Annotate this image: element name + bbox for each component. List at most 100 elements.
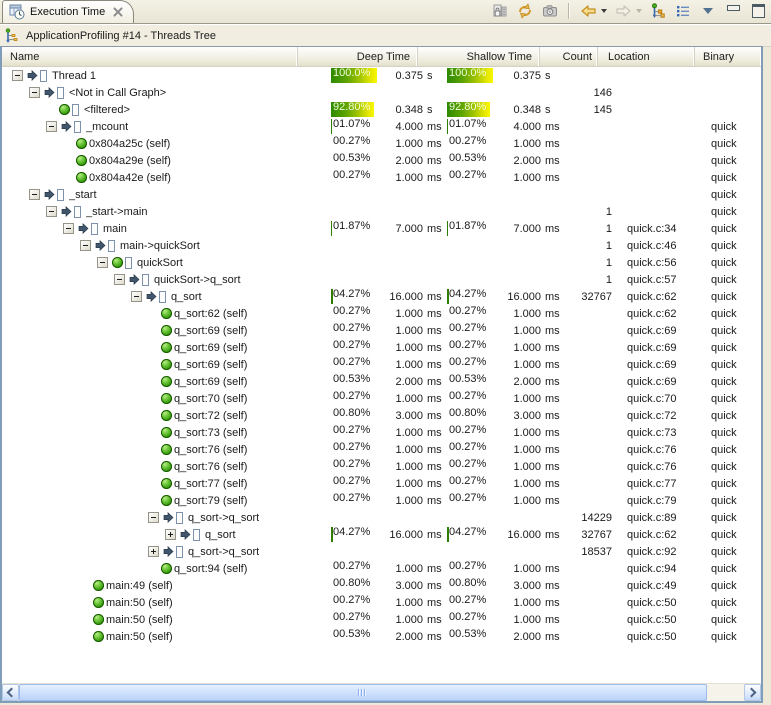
binary-value: quick	[703, 325, 761, 337]
tree-row[interactable]: quickSort->q_sort 1 quick.c:57 quick	[2, 271, 761, 288]
tree-row[interactable]: main:50 (self) 00.27% 1.000 ms 00.27% 1.…	[2, 611, 761, 628]
refresh-icon[interactable]	[516, 2, 534, 20]
column-header-deep-time[interactable]: Deep Time	[298, 47, 418, 66]
tree-row[interactable]: <filtered> 92.80% 0.348 s 92.80% 0.348 s…	[2, 101, 761, 118]
horizontal-scrollbar[interactable]	[2, 683, 761, 701]
tree-row[interactable]: q_sort:69 (self) 00.27% 1.000 ms 00.27% …	[2, 322, 761, 339]
shallow-time-value: 1.000	[493, 614, 541, 626]
deep-time-value: 3.000	[377, 410, 423, 422]
column-header-shallow-time[interactable]: Shallow Time	[418, 47, 540, 66]
deep-time-percent	[331, 237, 377, 254]
call-arrow-icon	[27, 70, 40, 81]
tree-row[interactable]: main 01.87% 7.000 ms 01.87% 7.000 ms 1 q…	[2, 220, 761, 237]
tree-row[interactable]: q_sort:79 (self) 00.27% 1.000 ms 00.27% …	[2, 492, 761, 509]
expander-minus-icon[interactable]	[46, 121, 57, 132]
tree-row[interactable]: <Not in Call Graph> 146	[2, 84, 761, 101]
function-bracket-icon	[159, 291, 166, 303]
profiling-monitor-icon[interactable]	[491, 2, 509, 20]
deep-time-percent: 00.27%	[331, 390, 377, 407]
row-name-cell: q_sort:70 (self)	[2, 393, 331, 405]
shallow-time-percent: 00.27%	[447, 322, 493, 339]
tree-row[interactable]: q_sort:69 (self) 00.53% 2.000 ms 00.53% …	[2, 373, 761, 390]
tree-row[interactable]: q_sort:69 (self) 00.27% 1.000 ms 00.27% …	[2, 339, 761, 356]
tree-row[interactable]: _mcount 01.07% 4.000 ms 01.07% 4.000 ms …	[2, 118, 761, 135]
location-value: quick.c:77	[617, 478, 703, 490]
shallow-time-percent: 01.87%	[447, 220, 493, 237]
expander-minus-icon[interactable]	[46, 206, 57, 217]
tree-row[interactable]: q_sort:94 (self) 00.27% 1.000 ms 00.27% …	[2, 560, 761, 577]
deep-time-percent	[331, 543, 377, 560]
deep-time-percent	[331, 186, 377, 203]
tree-row[interactable]: q_sort:70 (self) 00.27% 1.000 ms 00.27% …	[2, 390, 761, 407]
tree-row[interactable]: 0x804a42e (self) 00.27% 1.000 ms 00.27% …	[2, 169, 761, 186]
expander-minus-icon[interactable]	[97, 257, 108, 268]
row-name-cell: q_sort->q_sort	[2, 546, 331, 558]
column-header-location[interactable]: Location	[598, 47, 695, 66]
shallow-time-percent: 01.07%	[447, 118, 493, 135]
tree-row[interactable]: q_sort:72 (self) 00.80% 3.000 ms 00.80% …	[2, 407, 761, 424]
tree-row[interactable]: q_sort:73 (self) 00.27% 1.000 ms 00.27% …	[2, 424, 761, 441]
deep-time-percent: 100.0%	[331, 67, 377, 84]
tree-row[interactable]: q_sort:69 (self) 00.27% 1.000 ms 00.27% …	[2, 356, 761, 373]
location-value: quick.c:49	[617, 580, 703, 592]
scrollbar-track[interactable]	[707, 684, 744, 701]
scroll-left-button[interactable]	[2, 684, 19, 701]
location-value: quick.c:50	[617, 614, 703, 626]
minimize-icon[interactable]	[724, 2, 742, 20]
tree-row[interactable]: _start->main 1 quick	[2, 203, 761, 220]
tree-row[interactable]: Thread 1 100.0% 0.375 s 100.0% 0.375 s	[2, 67, 761, 84]
expander-plus-icon[interactable]	[148, 546, 159, 557]
expander-minus-icon[interactable]	[12, 70, 23, 81]
close-icon[interactable]	[113, 7, 123, 17]
tree-row[interactable]: main->quickSort 1 quick.c:46 quick	[2, 237, 761, 254]
scrollbar-thumb[interactable]	[19, 684, 707, 701]
shallow-time-value: 16.000	[493, 291, 541, 303]
tab-execution-time[interactable]: Execution Time	[2, 0, 134, 23]
row-label: 0x804a29e (self)	[89, 155, 171, 167]
shallow-time-unit: ms	[541, 155, 565, 167]
back-icon[interactable]	[579, 2, 597, 20]
expander-minus-icon[interactable]	[63, 223, 74, 234]
expander-minus-icon[interactable]	[29, 87, 40, 98]
view-menu-icon[interactable]	[699, 2, 717, 20]
deep-time-unit: ms	[423, 631, 447, 643]
tree-row[interactable]: 0x804a29e (self) 00.53% 2.000 ms 00.53% …	[2, 152, 761, 169]
list-mode-icon[interactable]	[674, 2, 692, 20]
function-bracket-icon	[142, 274, 149, 286]
expander-minus-icon[interactable]	[29, 189, 40, 200]
row-name-cell: q_sort:69 (self)	[2, 342, 331, 354]
expander-plus-icon[interactable]	[165, 529, 176, 540]
tree-row[interactable]: 0x804a25c (self) 00.27% 1.000 ms 00.27% …	[2, 135, 761, 152]
back-menu-icon[interactable]	[601, 9, 607, 13]
expander-minus-icon[interactable]	[80, 240, 91, 251]
tree-row[interactable]: quickSort 1 quick.c:56 quick	[2, 254, 761, 271]
column-header-binary[interactable]: Binary	[695, 47, 761, 66]
expander-minus-icon[interactable]	[148, 512, 159, 523]
tree-row[interactable]: q_sort 04.27% 16.000 ms 04.27% 16.000 ms…	[2, 526, 761, 543]
maximize-icon[interactable]	[749, 2, 767, 20]
tree-row[interactable]: q_sort 04.27% 16.000 ms 04.27% 16.000 ms…	[2, 288, 761, 305]
tree-row[interactable]: q_sort:62 (self) 00.27% 1.000 ms 00.27% …	[2, 305, 761, 322]
tree-mode-icon[interactable]	[649, 2, 667, 20]
tree-row[interactable]: main:50 (self) 00.27% 1.000 ms 00.27% 1.…	[2, 594, 761, 611]
tree-row[interactable]: q_sort:76 (self) 00.27% 1.000 ms 00.27% …	[2, 458, 761, 475]
column-header-name[interactable]: Name	[2, 47, 298, 66]
forward-menu-icon[interactable]	[636, 9, 642, 13]
shallow-time-unit: ms	[541, 478, 565, 490]
method-icon	[161, 325, 174, 336]
column-header-count[interactable]: Count	[540, 47, 598, 66]
scroll-right-button[interactable]	[744, 684, 761, 701]
tree-row[interactable]: main:50 (self) 00.53% 2.000 ms 00.53% 2.…	[2, 628, 761, 645]
tree-row[interactable]: q_sort:77 (self) 00.27% 1.000 ms 00.27% …	[2, 475, 761, 492]
expander-minus-icon[interactable]	[114, 274, 125, 285]
tree-row[interactable]: q_sort:76 (self) 00.27% 1.000 ms 00.27% …	[2, 441, 761, 458]
tree-row[interactable]: main:49 (self) 00.80% 3.000 ms 00.80% 3.…	[2, 577, 761, 594]
tree-row[interactable]: q_sort->q_sort 14229 quick.c:89 quick	[2, 509, 761, 526]
call-arrow-icon	[163, 512, 176, 523]
snapshot-icon[interactable]	[541, 2, 559, 20]
forward-icon[interactable]	[614, 2, 632, 20]
tree-row[interactable]: q_sort->q_sort 18537 quick.c:92 quick	[2, 543, 761, 560]
tree-row[interactable]: _start quick	[2, 186, 761, 203]
expander-minus-icon[interactable]	[131, 291, 142, 302]
deep-time-unit: ms	[423, 478, 447, 490]
